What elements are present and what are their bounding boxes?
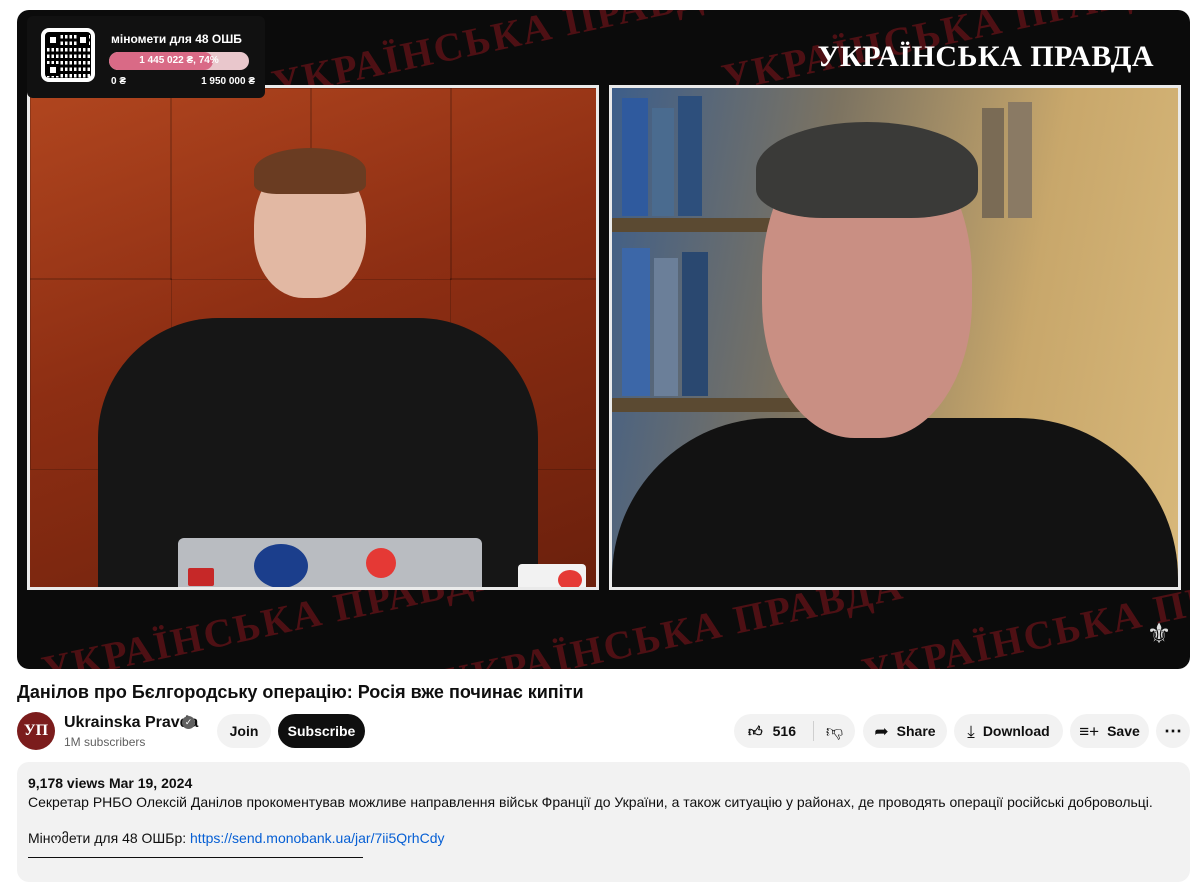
channel-logo-icon: ⚜ <box>1146 617 1172 650</box>
qr-code <box>41 28 95 82</box>
video-frame-guest <box>609 85 1181 590</box>
like-dislike-group: 👍︎ 516 👎︎ <box>734 714 855 748</box>
verified-icon: ✓ <box>182 716 195 729</box>
download-label: Download <box>982 723 1050 739</box>
view-count-date: 9,178 views Mar 19, 2024 <box>28 775 193 791</box>
donation-link[interactable]: https://send.monobank.ua/jar/7ii5QrhCdy <box>190 830 444 846</box>
dislike-button[interactable]: 👎︎ <box>814 714 855 748</box>
more-icon: ⋯ <box>1164 720 1182 741</box>
thumbs-down-icon: 👎︎ <box>825 721 844 741</box>
share-label: Share <box>896 723 936 739</box>
guest-body <box>612 418 1178 587</box>
donation-max-label: 1 950 000 ₴ <box>201 76 255 87</box>
download-button[interactable]: ⤓ Download <box>954 714 1063 748</box>
channel-name[interactable]: Ukrainska Pravda <box>64 714 198 732</box>
laptop <box>178 538 482 587</box>
channel-avatar[interactable]: УП <box>17 712 55 750</box>
video-frame-host <box>27 85 599 590</box>
join-button[interactable]: Join <box>217 714 271 748</box>
share-button[interactable]: ➦ Share <box>863 714 947 748</box>
donation-widget: міномети для 48 ОШБ 1 445 022 ₴, 74% 0 ₴… <box>27 16 265 98</box>
playlist-add-icon: ≡+ <box>1079 721 1100 741</box>
description-link-prefix: Мінომети для 48 ОШБр: <box>28 830 191 846</box>
share-icon: ➦ <box>874 721 889 741</box>
donation-title: міномети для 48 ОШБ <box>111 32 242 46</box>
video-title: Данілов про Бєлгородську операцію: Росія… <box>17 682 584 702</box>
donation-progress-text: 1 445 022 ₴, 74% <box>139 55 219 66</box>
divider <box>28 857 363 858</box>
donation-progress-bar: 1 445 022 ₴, 74% <box>109 52 249 70</box>
description-link-line: Мінომети для 48 ОШБр: https://send.monob… <box>28 830 445 847</box>
thumbs-up-icon: 👍︎ <box>748 722 763 739</box>
like-count: 516 <box>772 723 796 739</box>
brand-logo: УКРАЇНСЬКА ПРАВДА <box>817 40 1154 73</box>
subscribe-button[interactable]: Subscribe <box>278 714 365 748</box>
video-player[interactable]: УКРАЇНСЬКА ПРАВДА УКРАЇНСЬКА ПРАВДА УКРА… <box>17 10 1190 669</box>
description-text: Секретар РНБО Олексій Данілов прокоменту… <box>28 794 1153 810</box>
donation-min-label: 0 ₴ <box>111 76 127 87</box>
download-icon: ⤓ <box>967 721 975 741</box>
like-button[interactable]: 👍︎ 516 <box>734 714 810 748</box>
description-box[interactable]: 9,178 views Mar 19, 2024 Секретар РНБО О… <box>17 762 1190 882</box>
coffee-cup <box>518 564 586 587</box>
subscriber-count: 1M subscribers <box>64 735 146 749</box>
save-label: Save <box>1107 723 1140 739</box>
save-button[interactable]: ≡+ Save <box>1070 714 1149 748</box>
more-actions-button[interactable]: ⋯ <box>1156 714 1190 748</box>
